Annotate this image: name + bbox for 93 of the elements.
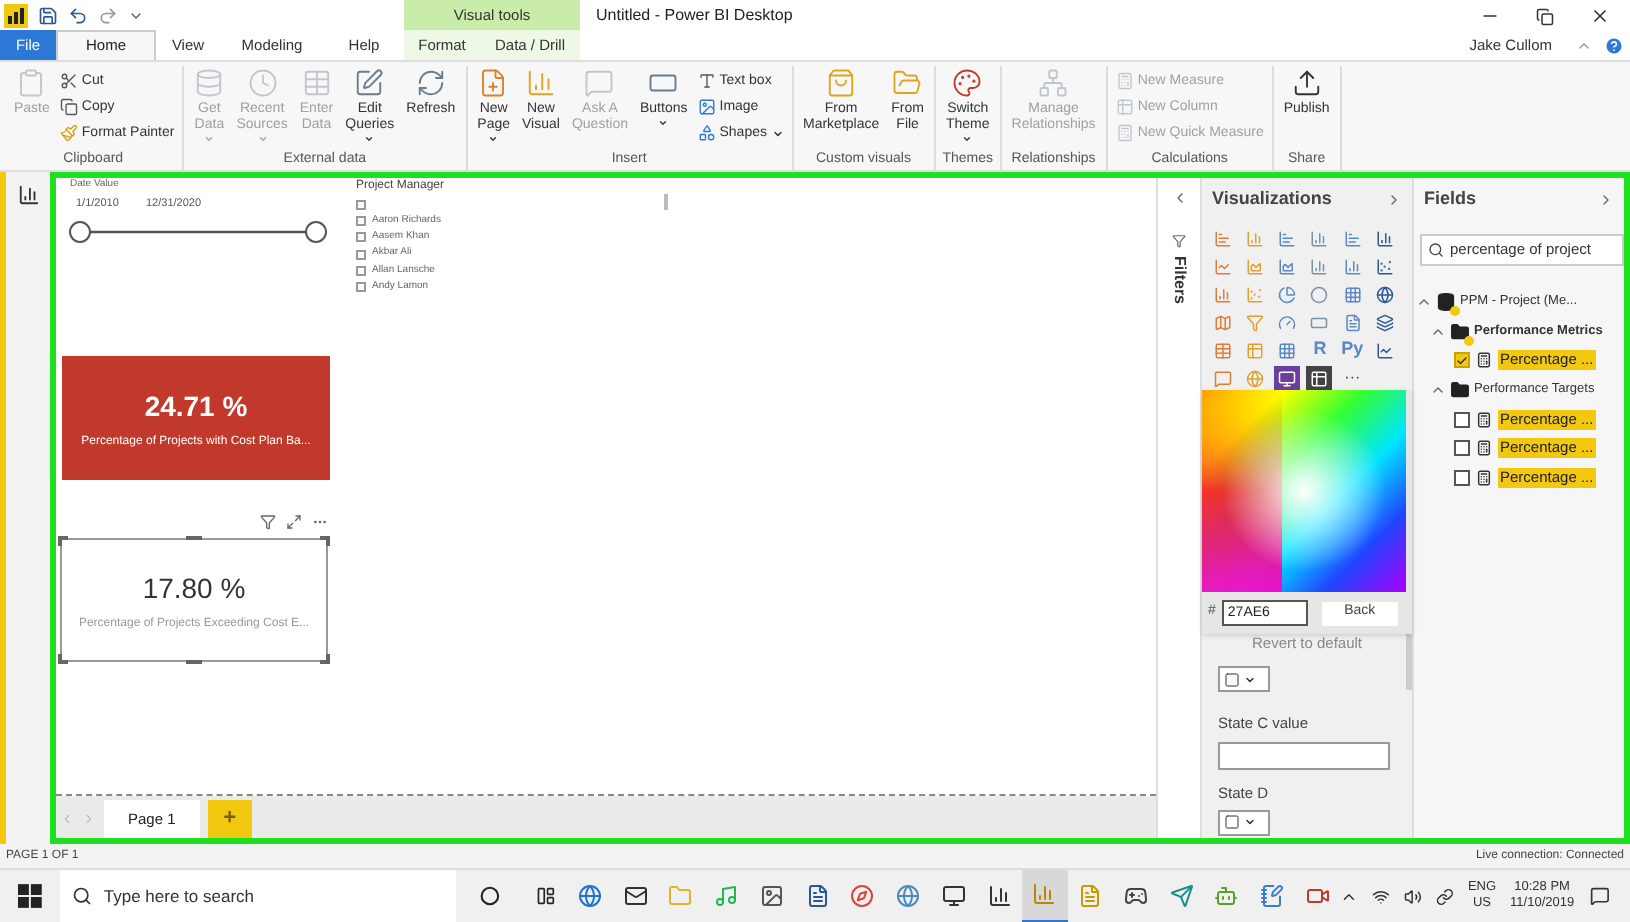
calculator-icon — [1476, 352, 1492, 369]
ribbon-icon — [584, 68, 615, 98]
caret-icon — [1244, 816, 1256, 829]
caret-icon — [364, 134, 375, 144]
focus-mode-icon[interactable] — [286, 514, 302, 530]
caret-icon[interactable] — [128, 8, 144, 24]
visual-type-button[interactable] — [1371, 282, 1398, 306]
collapse-icon[interactable] — [1598, 192, 1614, 208]
caret-icon — [962, 134, 973, 144]
ribbon-icon — [525, 68, 556, 98]
cortana-icon[interactable] — [479, 886, 500, 906]
close-icon[interactable] — [1590, 6, 1610, 26]
search-icon — [1428, 242, 1444, 258]
add-page-button[interactable]: + — [207, 800, 252, 838]
slicer-checkbox[interactable] — [356, 265, 366, 276]
ribbon-icon — [194, 68, 225, 98]
field-checkbox[interactable] — [1454, 411, 1470, 428]
field-checkbox[interactable] — [1454, 440, 1470, 457]
caret-icon — [1244, 673, 1256, 686]
window-title: Untitled - Power BI Desktop — [596, 4, 793, 28]
start-icon[interactable] — [18, 884, 42, 908]
input-field[interactable] — [1218, 741, 1390, 769]
slicer-checkbox[interactable] — [356, 232, 366, 243]
calculator-icon — [1476, 440, 1492, 457]
slicer-checkbox[interactable] — [356, 249, 366, 260]
ribbon-icon — [952, 68, 983, 98]
ribbon-icon — [1115, 124, 1134, 142]
more-visuals-button[interactable]: ··· — [1339, 366, 1366, 390]
filters-pane-label[interactable]: Filters — [1167, 256, 1191, 305]
ribbon-icon — [59, 72, 78, 90]
filter-icon — [1172, 234, 1186, 248]
slicer-checkbox[interactable] — [356, 215, 366, 226]
save-icon[interactable] — [38, 6, 58, 26]
expand-toggle[interactable] — [1430, 382, 1446, 398]
notifications-icon[interactable] — [1590, 886, 1610, 906]
ribbon-icon — [892, 68, 923, 98]
ribbon-icon — [59, 98, 78, 116]
caret-icon — [204, 134, 215, 144]
color-dropdown[interactable] — [1218, 666, 1270, 693]
field-checkbox[interactable] — [1454, 352, 1470, 369]
task-view-icon[interactable] — [535, 886, 556, 906]
undo-icon[interactable] — [68, 6, 88, 26]
report-view-icon[interactable] — [17, 184, 39, 206]
ribbon-icon — [301, 68, 332, 98]
ribbon-icon — [1291, 68, 1322, 98]
calculator-icon — [1476, 469, 1492, 486]
help-icon[interactable] — [1604, 36, 1624, 56]
ribbon-icon — [478, 68, 509, 98]
filter-icon[interactable] — [260, 514, 276, 530]
redo-icon[interactable] — [98, 6, 118, 26]
pane-title: Fields — [1424, 186, 1477, 213]
model-icon — [1436, 291, 1456, 311]
ribbon-icon — [247, 68, 278, 98]
caret-icon — [257, 134, 268, 144]
ribbon-icon — [1038, 68, 1069, 98]
calculator-icon — [1476, 411, 1492, 428]
caret-icon — [771, 127, 783, 139]
color-dropdown[interactable] — [1218, 809, 1270, 836]
ribbon-icon — [697, 98, 716, 116]
ribbon-icon — [415, 68, 446, 98]
link-icon[interactable] — [1436, 887, 1454, 905]
card-value: 17.80 % — [142, 569, 246, 607]
network-icon[interactable] — [1372, 887, 1391, 905]
search-icon — [71, 886, 92, 906]
ribbon-icon — [1115, 98, 1134, 116]
scrollbar-thumb[interactable] — [664, 194, 668, 210]
visual-type-button[interactable] — [1274, 366, 1301, 390]
visual-type-button[interactable] — [1306, 366, 1333, 390]
ribbon-icon — [697, 124, 716, 142]
ribbon-icon — [697, 72, 716, 90]
ribbon-icon — [826, 68, 857, 98]
restore-icon[interactable] — [1536, 7, 1554, 25]
caret-icon — [658, 118, 669, 128]
field-checkbox[interactable] — [1454, 469, 1470, 486]
caret-icon — [488, 134, 499, 144]
color-swatch-icon — [1224, 814, 1240, 831]
slicer-checkbox[interactable] — [356, 199, 366, 210]
volume-icon[interactable] — [1404, 887, 1423, 905]
collapse-icon[interactable] — [1386, 192, 1402, 208]
slicer-checkbox[interactable] — [356, 282, 366, 293]
color-swatch-icon — [1224, 671, 1240, 688]
pane-title: Visualizations — [1212, 186, 1332, 213]
card-value: 24.71 % — [144, 387, 248, 425]
ribbon-icon — [16, 68, 47, 98]
collapse-ribbon-icon[interactable] — [1576, 38, 1592, 54]
app-logo — [4, 4, 28, 28]
taskbar-search[interactable]: Type here to search — [59, 869, 456, 922]
visual-type-button[interactable] — [1371, 310, 1398, 334]
ribbon-icon — [354, 68, 385, 98]
slider-handle[interactable] — [69, 221, 91, 243]
slider-handle[interactable] — [305, 221, 327, 243]
ribbon-icon — [1115, 72, 1134, 90]
ribbon-icon — [59, 124, 78, 142]
